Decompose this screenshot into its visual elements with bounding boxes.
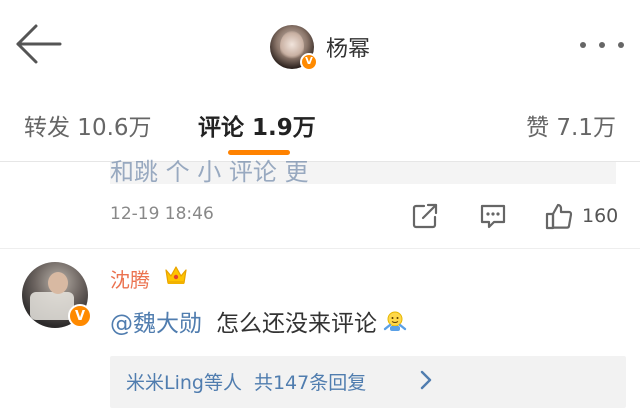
thumbs-up-icon bbox=[545, 203, 573, 230]
profile-header[interactable]: V 杨幂 bbox=[270, 22, 370, 72]
verified-badge-icon: V bbox=[68, 304, 92, 328]
replies-count: 共147条回复 bbox=[253, 372, 367, 394]
comment-meta-row: 12-19 18:46 160 bbox=[0, 192, 640, 242]
back-button[interactable] bbox=[12, 22, 66, 66]
top-bar: V 杨幂 bbox=[0, 0, 640, 92]
tab-comments[interactable]: 评论 1.9万 bbox=[198, 108, 316, 142]
more-dots-icon bbox=[618, 42, 624, 48]
more-dots-icon bbox=[599, 42, 605, 48]
tab-reposts[interactable]: 转发 10.6万 bbox=[24, 108, 152, 142]
avatar[interactable]: V bbox=[270, 25, 318, 71]
comment-text: @魏大勋 怎么还没来评论 bbox=[110, 304, 407, 338]
crown-icon bbox=[165, 266, 187, 284]
share-icon bbox=[412, 203, 438, 229]
more-dots-icon bbox=[580, 42, 586, 48]
chevron-right-icon bbox=[420, 370, 432, 390]
more-button[interactable] bbox=[580, 34, 624, 56]
shrug-emoji-icon bbox=[383, 311, 407, 331]
verified-badge-icon: V bbox=[300, 53, 318, 71]
mention-link[interactable]: @魏大勋 bbox=[110, 304, 202, 338]
comment-author-name[interactable]: 沈腾 bbox=[110, 264, 150, 293]
username: 杨幂 bbox=[326, 37, 371, 62]
tab-bar: 转发 10.6万 评论 1.9万 赞 7.1万 bbox=[0, 92, 640, 162]
replies-preview[interactable]: 米米Ling等人 共147条回复 bbox=[110, 356, 626, 408]
tab-likes[interactable]: 赞 7.1万 bbox=[526, 108, 616, 142]
previous-comment-snippet: 和跳 个 小 评论 更 bbox=[110, 158, 309, 186]
replies-people: 米米Ling等人 bbox=[126, 372, 242, 394]
like-button[interactable]: 160 bbox=[544, 200, 618, 232]
comment-message: 怎么还没来评论 bbox=[216, 311, 377, 337]
avatar[interactable]: V bbox=[22, 262, 92, 328]
comment-icon bbox=[480, 204, 506, 229]
timestamp: 12-19 18:46 bbox=[110, 204, 214, 224]
comment-divider bbox=[0, 248, 640, 249]
arrow-left-icon bbox=[16, 24, 62, 64]
like-count: 160 bbox=[582, 205, 619, 227]
replies-summary: 米米Ling等人 共147条回复 bbox=[126, 368, 366, 395]
comment-button[interactable] bbox=[478, 200, 508, 232]
share-button[interactable] bbox=[410, 200, 440, 232]
